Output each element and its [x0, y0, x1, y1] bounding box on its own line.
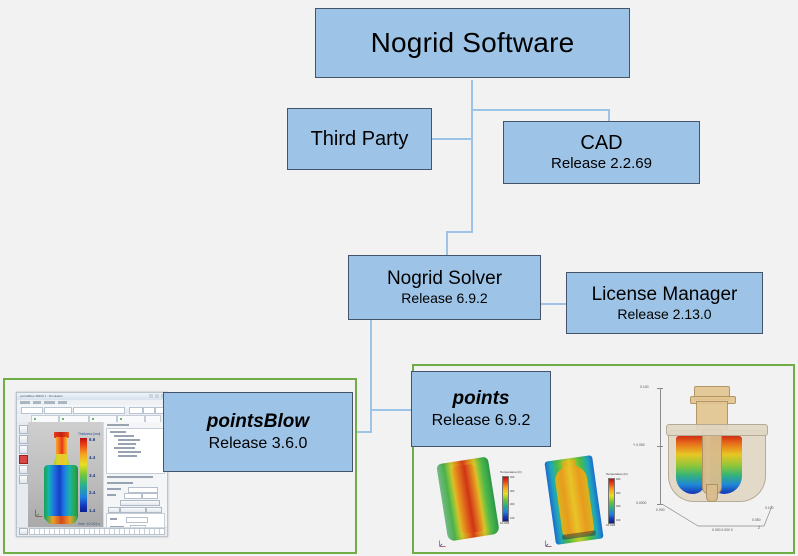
axis-triad-icon — [439, 540, 446, 547]
legend-tick: 100 — [510, 516, 515, 520]
cfd-legend-bar — [608, 478, 615, 524]
node-pointsblow[interactable]: pointsBlow Release 3.6.0 — [163, 392, 353, 472]
cfd-blow-mold-assembly-figure: 0.100 Y 0.050 0.0000 0.000 0.000 0.000 0… — [632, 374, 794, 550]
colorbar-ticks: 6.6 4.4 3.4 2.4 1.4 — [89, 437, 95, 513]
mold-half-render — [436, 456, 500, 542]
panel-section-label — [107, 424, 129, 426]
connector-to-solver — [446, 231, 448, 256]
bottle-thickness-render — [44, 430, 79, 524]
cfd-legend-bar — [502, 476, 509, 522]
type-select — [126, 517, 148, 523]
legend-tick: 200 — [510, 503, 515, 507]
node-release: Release 6.9.2 — [401, 290, 488, 307]
connector-trunk-jog — [446, 231, 473, 233]
colorbar-title: Thickness [mm] — [78, 432, 101, 436]
colorbar-tick: 4.4 — [89, 454, 96, 460]
node-nogrid-solver[interactable]: Nogrid Solver Release 6.9.2 — [348, 255, 541, 320]
node-title: Nogrid Software — [370, 27, 575, 59]
screenshot-statusbar — [17, 527, 167, 536]
legend-tick: 300 — [510, 489, 515, 493]
colorbar-tick: 6.6 — [89, 437, 96, 442]
node-title: points — [452, 388, 510, 410]
axis-triad-icon — [35, 509, 43, 517]
cfd-mold-half-figure: Temperature [C] 400 300 200 100 10.004 — [436, 456, 546, 552]
connector-to-points — [370, 409, 412, 411]
connector-to-third-party — [432, 138, 473, 140]
connector-to-cad-drop — [608, 109, 610, 121]
colorbar-tick: 3.4 — [89, 472, 96, 478]
cfd-legend-ticks: 400 300 200 100 — [510, 476, 514, 520]
node-license-manager[interactable]: License Manager Release 2.13.0 — [566, 272, 763, 334]
scale-to-time-step-button — [120, 500, 160, 506]
connector-solver-trunk — [370, 320, 372, 432]
viewport-status-caption: time: 10.004 s — [78, 522, 100, 526]
screenshot-window-title: pointsBlow 38400.1 : Simulation — [20, 394, 63, 398]
legend-tick: 400 — [616, 478, 621, 481]
legend-tick: 400 — [510, 476, 515, 479]
node-release: Release 2.13.0 — [617, 305, 712, 322]
assembly-shell-lip — [666, 424, 768, 436]
play-button-icon — [19, 528, 28, 535]
node-cad[interactable]: CAD Release 2.2.69 — [503, 121, 700, 184]
node-title: License Manager — [591, 283, 738, 305]
panel-section-label-2 — [107, 482, 133, 484]
colorbar-tick: 2.4 — [89, 490, 96, 496]
cfd-legend-min: 10.004 — [500, 521, 510, 525]
connector-software-trunk — [471, 80, 473, 232]
node-title: pointsBlow — [206, 411, 310, 433]
node-third-party[interactable]: Third Party — [287, 108, 432, 170]
cfd-legend-ticks: 400 300 200 100 — [616, 478, 620, 522]
node-points[interactable]: points Release 6.9.2 — [411, 371, 551, 447]
node-nogrid-software[interactable]: Nogrid Software — [315, 8, 630, 78]
bottle-in-mold-render — [544, 455, 604, 545]
node-title: Third Party — [310, 127, 409, 150]
screenshot-3d-viewport: Thickness [mm] 6.6 4.4 3.4 2.4 1.4 time:… — [28, 422, 104, 528]
step-field — [142, 493, 158, 499]
panel-note-label — [107, 476, 153, 478]
node-title: Nogrid Solver — [386, 268, 503, 290]
assembly-core-tip — [706, 484, 718, 502]
legend-tick: 200 — [616, 505, 621, 509]
legend-tick: 100 — [616, 518, 621, 522]
node-release: Release 6.9.2 — [431, 411, 531, 429]
viewport-colorbar — [80, 438, 87, 512]
node-release: Release 3.6.0 — [208, 434, 308, 452]
cfd-legend-title: Temperature [C] — [606, 472, 628, 476]
cfd-legend-min: 10.004 — [606, 523, 616, 527]
axis-triad-icon — [545, 540, 552, 547]
timeline-slider — [29, 528, 165, 535]
screenshot-settings-panel — [103, 422, 167, 536]
legend-tick: 300 — [616, 491, 621, 495]
diagram-canvas: pointsBlow 38400.1 : Simulation Thicknes… — [0, 0, 798, 556]
pointsblow-app-screenshot: pointsBlow 38400.1 : Simulation Thicknes… — [16, 392, 168, 537]
cfd-legend-title: Temperature [C] — [500, 470, 522, 474]
time-field — [124, 493, 142, 499]
connector-to-cad — [471, 109, 610, 111]
node-release: Release 2.2.69 — [551, 154, 652, 172]
node-title: CAD — [580, 132, 623, 155]
colorbar-tick: 1.4 — [89, 508, 96, 513]
connector-to-license-manager — [541, 303, 567, 305]
